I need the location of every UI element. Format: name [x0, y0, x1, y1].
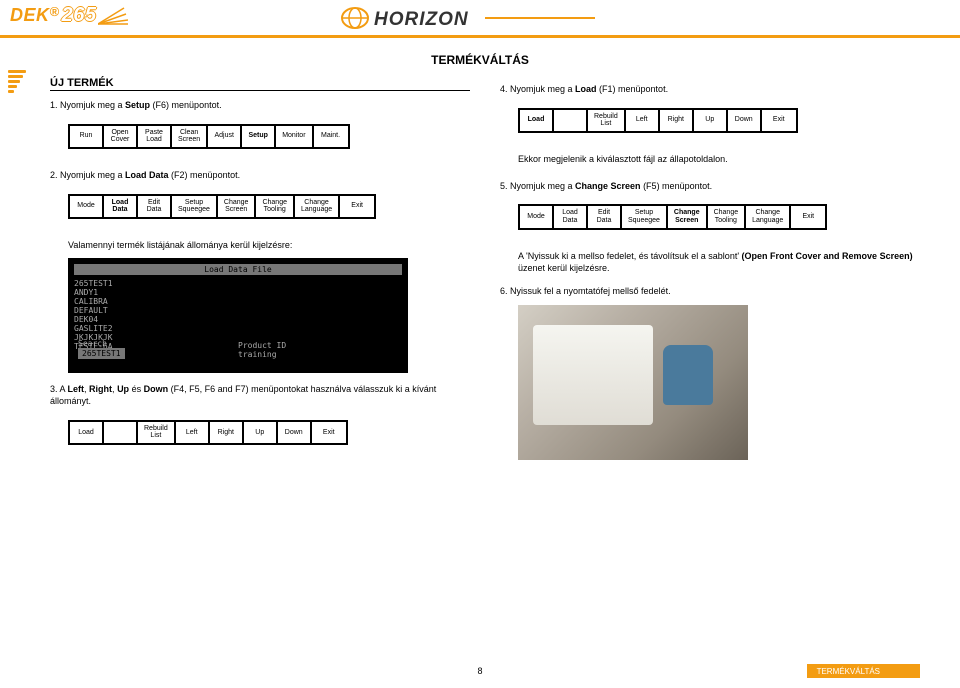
menu-cell: Exit — [762, 110, 796, 131]
menu-cell: Down — [728, 110, 762, 131]
menu-cell: Maint. — [314, 126, 348, 147]
menu-cell: Right — [210, 422, 244, 443]
menu-cell: Up — [694, 110, 728, 131]
menu-cell: Exit — [312, 422, 346, 443]
step-4: 4. Nyomjuk meg a Load (F1) menüpontot. — [500, 83, 920, 96]
product-row: Product ID training — [238, 341, 286, 359]
menu-cell: Left — [176, 422, 210, 443]
menu-cell: Right — [660, 110, 694, 131]
menu-cell: RebuildList — [138, 422, 176, 443]
menu-cell: ChangeTooling — [708, 206, 747, 227]
menu-cell: Down — [278, 422, 312, 443]
menu-cell: ChangeScreen — [668, 206, 708, 227]
content-columns: ÚJ TERMÉK 1. Nyomjuk meg a Setup (F6) me… — [0, 77, 960, 460]
menubar-5: ModeLoadDataEditDataSetupSqueegeeChangeS… — [518, 204, 827, 229]
menu-cell: ChangeLanguage — [295, 196, 340, 217]
menu-cell — [104, 422, 138, 443]
page-header: DEK®265 HORIZON — [0, 0, 960, 38]
horizon-logo: HORIZON — [340, 6, 600, 32]
menu-cell: Mode — [70, 196, 104, 217]
menu-cell — [554, 110, 588, 131]
menu-cell: Run — [70, 126, 104, 147]
printer-photo — [518, 305, 748, 460]
menu-cell: Exit — [340, 196, 374, 217]
menubar-1: RunOpenCoverPasteLoadCleanScreenAdjustSe… — [68, 124, 350, 149]
left-column: ÚJ TERMÉK 1. Nyomjuk meg a Setup (F6) me… — [50, 77, 470, 460]
menu-cell: EditData — [588, 206, 622, 227]
menu-cell: Setup — [242, 126, 276, 147]
page-title: TERMÉKVÁLTÁS — [0, 53, 960, 67]
caption-1: Valamennyi termék listájának állománya k… — [68, 239, 470, 252]
menu-cell: Monitor — [276, 126, 313, 147]
menu-cell: RebuildList — [588, 110, 626, 131]
menu-cell: Adjust — [208, 126, 242, 147]
menubar-4: Load RebuildListLeftRightUpDownExit — [518, 108, 798, 133]
menubar-3: Load RebuildListLeftRightUpDownExit — [68, 420, 348, 445]
dek-logo: DEK®265 — [10, 4, 96, 27]
page-footer: 8 TERMÉKVÁLTÁS — [0, 666, 960, 676]
menu-cell: Left — [626, 110, 660, 131]
step-5: 5. Nyomjuk meg a Change Screen (F5) menü… — [500, 180, 920, 193]
step-2: 2. Nyomjuk meg a Load Data (F2) menüpont… — [50, 169, 470, 182]
step-1: 1. Nyomjuk meg a Setup (F6) menüpontot. — [50, 99, 470, 112]
menu-cell: Load — [70, 422, 104, 443]
menu-cell: Mode — [520, 206, 554, 227]
step-6: 6. Nyissuk fel a nyomtatófej mellső fede… — [500, 285, 920, 298]
menu-cell: Load — [520, 110, 554, 131]
menu-cell: ChangeScreen — [218, 196, 257, 217]
menu-cell: CleanScreen — [172, 126, 208, 147]
footer-label: TERMÉKVÁLTÁS — [807, 664, 920, 678]
menu-cell: ChangeLanguage — [746, 206, 791, 227]
menu-cell: OpenCover — [104, 126, 138, 147]
menu-cell: LoadData — [554, 206, 588, 227]
note-2: A 'Nyissuk ki a mellso fedelet, és távol… — [518, 250, 920, 275]
side-decoration — [0, 50, 30, 660]
menu-cell: SetupSqueegee — [172, 196, 218, 217]
dek-suffix: 265 — [62, 4, 97, 26]
right-column: 4. Nyomjuk meg a Load (F1) menüpontot. L… — [500, 77, 920, 460]
page-number: 8 — [40, 666, 920, 676]
dek-text: DEK — [10, 5, 50, 25]
step-3: 3. A Left, Right, Up és Down (F4, F5, F6… — [50, 383, 470, 408]
section-title: ÚJ TERMÉK — [50, 77, 470, 91]
screenshot-title: Load Data File — [74, 264, 402, 275]
screenshot-load-data: Load Data File 265TEST1ANDY1CALIBRADEFAU… — [68, 258, 408, 373]
menubar-2: ModeLoadDataEditDataSetupSqueegeeChangeS… — [68, 194, 376, 219]
menu-cell: Up — [244, 422, 278, 443]
menu-cell: SetupSqueegee — [622, 206, 668, 227]
menu-cell: Exit — [791, 206, 825, 227]
menu-cell: EditData — [138, 196, 172, 217]
search-row: Search 265TEST1 — [78, 339, 125, 359]
menu-cell: ChangeTooling — [256, 196, 295, 217]
svg-text:HORIZON: HORIZON — [374, 9, 469, 30]
note-1: Ekkor megjelenik a kiválasztott fájl az … — [518, 153, 920, 166]
rays-icon — [98, 6, 128, 26]
menu-cell: LoadData — [104, 196, 138, 217]
menu-cell: PasteLoad — [138, 126, 172, 147]
